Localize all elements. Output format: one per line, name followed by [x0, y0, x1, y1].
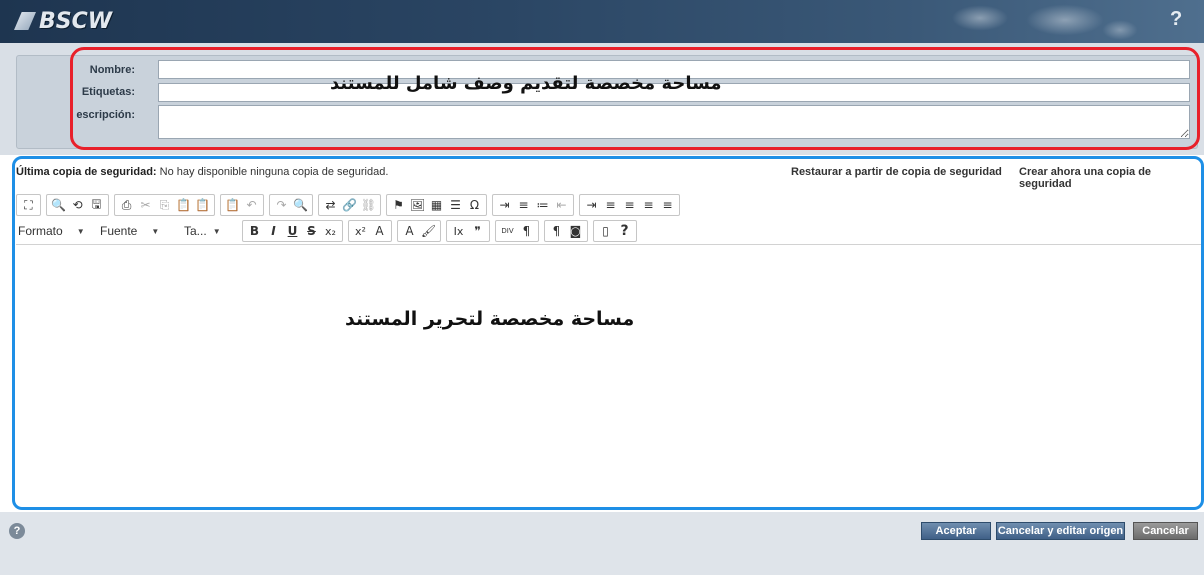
- header-help-icon[interactable]: ?: [1170, 8, 1182, 31]
- accept-button[interactable]: Aceptar: [921, 522, 991, 540]
- world-map-graphic: [900, 0, 1160, 43]
- bscw-logo[interactable]: BSCW: [14, 7, 112, 35]
- help-circle-icon[interactable]: ?: [9, 523, 25, 539]
- logo-text: BSCW: [39, 8, 113, 34]
- cancel-edit-source-button[interactable]: Cancelar y editar origen: [996, 522, 1125, 540]
- cancel-button[interactable]: Cancelar: [1133, 522, 1198, 540]
- editor-highlight-frame: [12, 156, 1204, 510]
- metadata-highlight-frame: [70, 47, 1200, 150]
- logo-mark-icon: [14, 12, 36, 30]
